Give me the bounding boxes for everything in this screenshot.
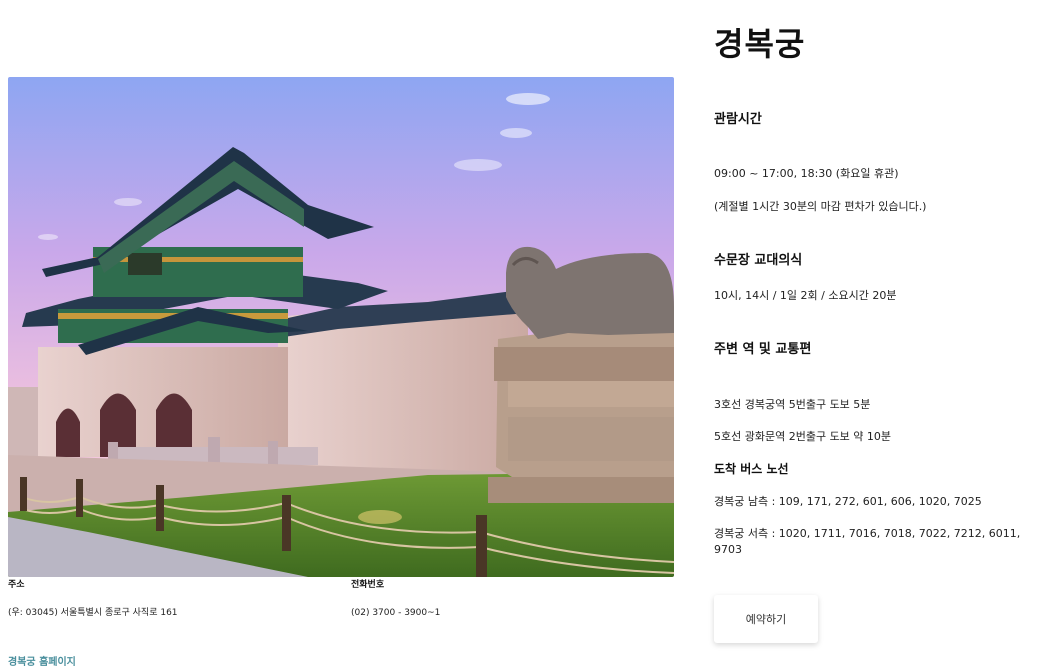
hours-line-2: (계절별 1시간 30분의 마감 편차가 있습니다.): [714, 200, 927, 213]
bus-line-south: 경복궁 남측 : 109, 171, 272, 601, 606, 1020, …: [714, 495, 982, 508]
homepage-link[interactable]: 경복궁 홈페이지: [8, 657, 76, 669]
palace-photo: [8, 77, 674, 577]
phone-block: 전화번호 (02) 3700 - 3900~1: [351, 579, 681, 619]
address-block: 주소 (우: 03045) 서울특별시 종로구 사직로 161: [8, 579, 338, 619]
bus-heading: 도착 버스 노선: [714, 462, 789, 476]
transport-line-2: 5호선 광화문역 2번출구 도보 약 10분: [714, 430, 892, 443]
transport-line-1: 3호선 경복궁역 5번출구 도보 5분: [714, 398, 871, 411]
phone-value: (02) 3700 - 3900~1: [351, 608, 441, 618]
ceremony-line-1: 10시, 14시 / 1일 2회 / 소요시간 20분: [714, 289, 897, 302]
phone-label: 전화번호: [351, 580, 385, 590]
bus-line-west: 경복궁 서측 : 1020, 1711, 7016, 7018, 7022, 7…: [714, 527, 1021, 556]
ceremony-heading: 수문장 교대의식: [714, 253, 803, 268]
reserve-button[interactable]: 예약하기: [714, 595, 818, 643]
palace-illustration: [8, 77, 674, 577]
address-value: (우: 03045) 서울특별시 종로구 사직로 161: [8, 608, 178, 618]
address-label: 주소: [8, 580, 25, 590]
hours-heading: 관람시간: [714, 112, 762, 127]
place-title: 경복궁: [714, 25, 806, 63]
transport-heading: 주변 역 및 교통편: [714, 342, 812, 357]
hours-line-1: 09:00 ~ 17:00, 18:30 (화요일 휴관): [714, 167, 899, 180]
